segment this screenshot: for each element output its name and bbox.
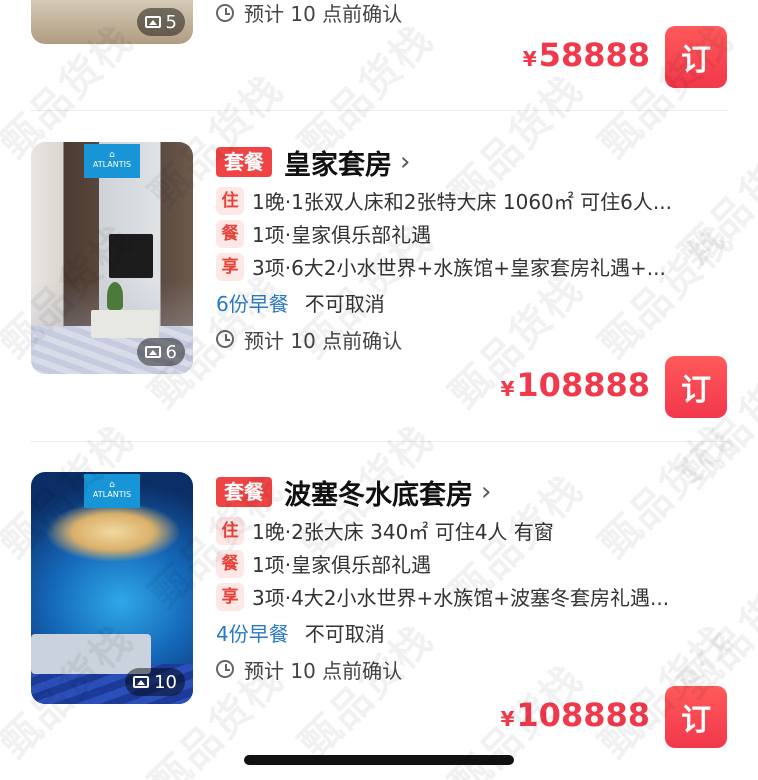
stay-text: 1晚·1张双人床和2张特大床 1060㎡ 可住6人... — [252, 190, 672, 214]
enjoy-text: 3项·4大2小水世界+水族馆+波塞冬套房礼遇... — [252, 586, 670, 610]
logo-text: ATLANTIS — [92, 160, 132, 169]
room-name: 波塞冬水底套房 — [284, 479, 473, 511]
meal-text: 1项·皇家俱乐部礼遇 — [252, 223, 432, 247]
price-value: 108888 — [516, 366, 650, 404]
atlantis-logo: ⌂ ATLANTIS — [84, 474, 140, 508]
stay-chip: 住 — [216, 516, 244, 545]
room-title-row[interactable]: 套餐 波塞冬水底套房 › — [216, 472, 669, 512]
home-indicator[interactable] — [244, 755, 514, 765]
clock-icon — [216, 3, 234, 22]
enjoy-text: 3项·6大2小水世界+水族馆+皇家套房礼遇+... — [252, 256, 666, 280]
chevron-right-icon: › — [400, 147, 411, 177]
meal-text: 1项·皇家俱乐部礼遇 — [252, 553, 432, 577]
confirm-text: 预计 10 点前确认 — [244, 658, 403, 683]
enjoy-line: 享 3项·4大2小水世界+水族馆+波塞冬套房礼遇... — [216, 580, 669, 613]
policy-line: 6份早餐 不可取消 — [216, 283, 672, 321]
cancel-policy: 不可取消 — [304, 621, 385, 646]
stay-chip: 住 — [216, 186, 244, 215]
logo-text: ATLANTIS — [92, 490, 132, 499]
package-tag: 套餐 — [216, 147, 272, 177]
atlantis-logo: ⌂ ATLANTIS — [84, 144, 140, 178]
price: ¥108888 — [500, 696, 650, 734]
meal-line: 餐 1项·皇家俱乐部礼遇 — [216, 217, 672, 250]
price: ¥108888 — [500, 366, 650, 404]
confirm-line: 预计 10 点前确认 — [216, 321, 672, 357]
room-name: 皇家套房 — [284, 149, 392, 181]
photo-count-badge: 6 — [136, 338, 185, 366]
stay-line: 住 1晚·2张大床 340㎡ 可住4人 有窗 — [216, 514, 669, 547]
currency-symbol: ¥ — [522, 47, 537, 71]
image-icon — [144, 16, 161, 28]
room-card: ⌂ ATLANTIS 10 套餐 波塞冬水底套房 › 住 1晚·2张大床 340㎡… — [0, 472, 758, 762]
room-photo[interactable]: ⌂ ATLANTIS 10 — [31, 472, 193, 704]
meal-chip: 餐 — [216, 549, 244, 578]
room-title-row[interactable]: 套餐 皇家套房 › — [216, 142, 672, 182]
tv-shape — [109, 234, 153, 278]
price-value: 58888 — [538, 36, 650, 74]
policy-line: 4份早餐 不可取消 — [216, 613, 669, 651]
image-icon — [133, 676, 150, 688]
room-photo[interactable]: ⌂ ATLANTIS 6 — [31, 142, 193, 374]
currency-symbol: ¥ — [500, 707, 515, 731]
room-card: ⌂ ATLANTIS 6 套餐 皇家套房 › 住 1晚·1张双人床和2张特大床 1… — [0, 142, 758, 432]
photo-count: 5 — [165, 11, 177, 33]
price-value: 108888 — [516, 696, 650, 734]
meal-line: 餐 1项·皇家俱乐部礼遇 — [216, 547, 669, 580]
confirm-text: 预计 10 点前确认 — [244, 328, 403, 353]
book-button[interactable]: 订 — [665, 686, 727, 748]
currency-symbol: ¥ — [500, 377, 515, 401]
divider — [30, 110, 728, 111]
photo-count-badge: 10 — [125, 668, 185, 696]
confirm-text: 预计 10 点前确认 — [244, 2, 403, 26]
cancel-policy: 不可取消 — [304, 291, 385, 316]
enjoy-line: 享 3项·6大2小水世界+水族馆+皇家套房礼遇+... — [216, 250, 672, 283]
stay-line: 住 1晚·1张双人床和2张特大床 1060㎡ 可住6人... — [216, 184, 672, 217]
book-button[interactable]: 订 — [665, 356, 727, 418]
confirm-line: 预计 10 点前确认 — [216, 651, 669, 687]
room-photo[interactable]: 5 — [31, 0, 193, 44]
confirm-line: 预计 10 点前确认 — [216, 0, 402, 29]
enjoy-chip: 享 — [216, 252, 244, 281]
package-tag: 套餐 — [216, 477, 272, 507]
photo-count-badge: 5 — [136, 8, 185, 36]
breakfast-text: 4份早餐 — [216, 621, 289, 646]
breakfast-text: 6份早餐 — [216, 291, 289, 316]
clock-icon — [216, 330, 234, 348]
image-icon — [144, 346, 161, 358]
price: ¥58888 — [523, 36, 650, 74]
photo-count: 6 — [165, 341, 177, 363]
chevron-right-icon: › — [481, 477, 492, 507]
divider — [30, 441, 728, 442]
stay-text: 1晚·2张大床 340㎡ 可住4人 有窗 — [252, 520, 554, 544]
book-button[interactable]: 订 — [665, 26, 727, 88]
photo-count: 10 — [154, 671, 177, 693]
meal-chip: 餐 — [216, 219, 244, 248]
clock-icon — [216, 660, 234, 678]
enjoy-chip: 享 — [216, 582, 244, 611]
